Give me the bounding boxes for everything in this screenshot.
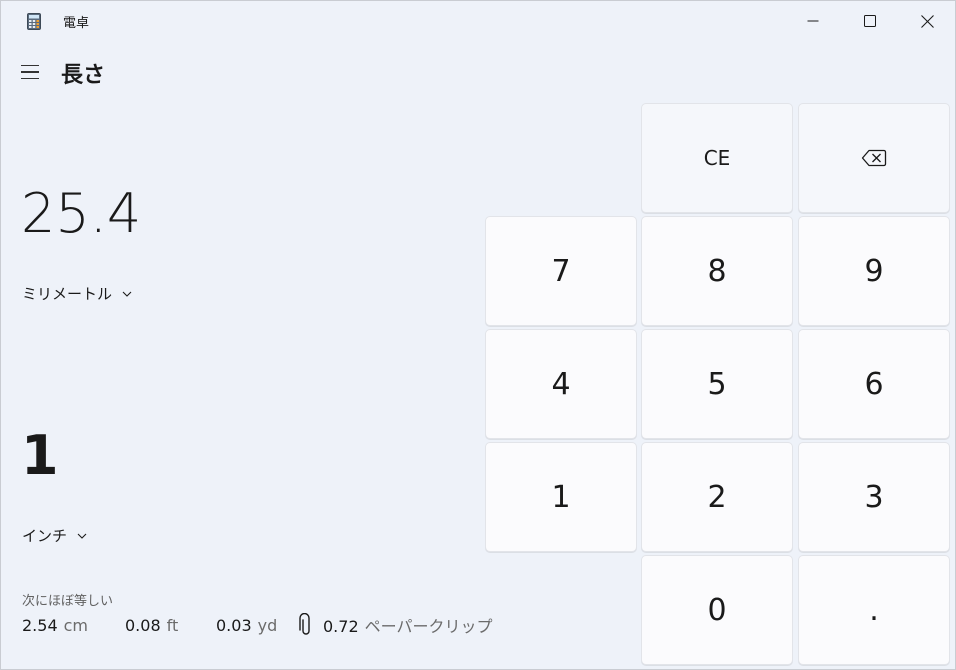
approx-paperclip-unit: ペーパークリップ xyxy=(364,617,493,636)
digit-5-button[interactable]: 5 xyxy=(641,329,793,439)
calculator-window: 電卓 長さ 25.4 ミリメートル 1 インチ 次にほぼ等しい 2.54 cm … xyxy=(0,0,956,670)
digit-9-button[interactable]: 9 xyxy=(798,216,950,326)
digit-8-button[interactable]: 8 xyxy=(641,216,793,326)
chevron-down-icon xyxy=(77,533,87,539)
minimize-button[interactable] xyxy=(785,1,841,41)
approx-label: 次にほぼ等しい xyxy=(22,594,114,609)
approx-ft-value: 0.08 xyxy=(125,615,161,635)
maximize-icon xyxy=(864,15,876,27)
digit-0-button[interactable]: 0 xyxy=(641,555,793,665)
from-unit-dropdown[interactable]: ミリメートル xyxy=(22,283,132,304)
approx-yd-value: 0.03 xyxy=(216,615,252,635)
backspace-button[interactable] xyxy=(798,103,950,213)
page-title: 長さ xyxy=(61,63,106,88)
hamburger-icon[interactable] xyxy=(21,62,43,82)
input-value-display[interactable]: 25.4 xyxy=(21,183,141,245)
window-title: 電卓 xyxy=(63,16,90,31)
digit-7-button[interactable]: 7 xyxy=(485,216,637,326)
calculator-icon xyxy=(27,13,41,30)
clear-entry-button[interactable]: CE xyxy=(641,103,793,213)
paperclip-icon xyxy=(299,613,310,635)
approx-ft-unit: ft xyxy=(166,615,179,635)
approx-values: 2.54 cm 0.08 ft 0.03 yd 0.72 ペーパークリップ xyxy=(22,613,492,637)
minimize-icon xyxy=(807,20,819,22)
close-button[interactable] xyxy=(899,1,955,41)
chevron-down-icon xyxy=(122,291,132,297)
backspace-icon xyxy=(861,149,887,167)
approx-ft: 0.08 ft xyxy=(125,616,216,635)
approx-paperclip: 0.72 ペーパークリップ xyxy=(323,613,492,637)
to-unit-label: インチ xyxy=(22,527,68,545)
digit-3-button[interactable]: 3 xyxy=(798,442,950,552)
to-unit-dropdown[interactable]: インチ xyxy=(22,525,87,546)
digit-1-button[interactable]: 1 xyxy=(485,442,637,552)
approx-yd: 0.03 yd xyxy=(216,616,299,635)
digit-4-button[interactable]: 4 xyxy=(485,329,637,439)
approx-cm-unit: cm xyxy=(63,615,89,635)
digit-6-button[interactable]: 6 xyxy=(798,329,950,439)
from-unit-label: ミリメートル xyxy=(22,285,113,303)
close-icon xyxy=(920,14,934,28)
output-value-display[interactable]: 1 xyxy=(21,425,59,487)
approx-cm-value: 2.54 xyxy=(22,615,58,635)
title-bar: 電卓 xyxy=(1,1,955,41)
digit-2-button[interactable]: 2 xyxy=(641,442,793,552)
approx-paperclip-value: 0.72 xyxy=(323,617,359,636)
decimal-point-button[interactable]: . xyxy=(798,555,950,665)
approx-yd-unit: yd xyxy=(257,615,278,635)
approx-cm: 2.54 cm xyxy=(22,616,125,635)
maximize-button[interactable] xyxy=(842,1,898,41)
